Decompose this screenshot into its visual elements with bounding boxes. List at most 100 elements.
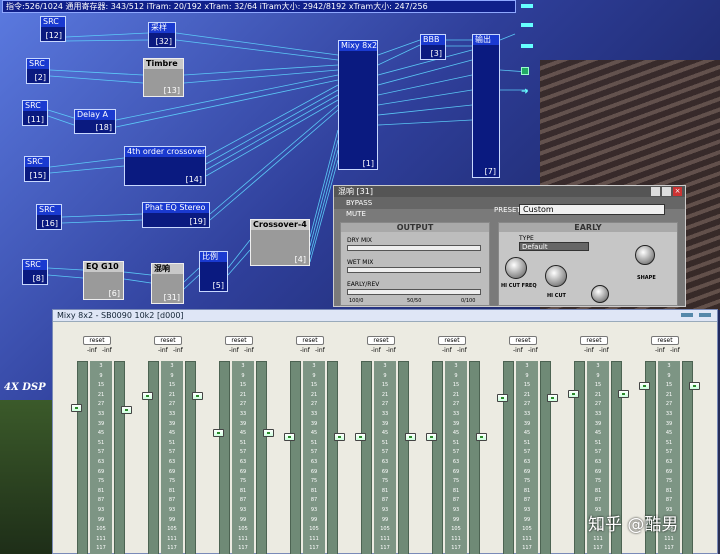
fader-right[interactable] [192, 392, 203, 401]
fader-left[interactable] [71, 403, 82, 412]
output-label: OUTPUT [341, 223, 489, 232]
node-title: BBB [421, 35, 445, 45]
db-tick: 33 [594, 411, 602, 417]
db-tick: 33 [168, 411, 176, 417]
menu-icon[interactable] [699, 313, 711, 317]
fader-right[interactable] [618, 390, 629, 399]
node-index: [13] [163, 86, 180, 95]
eq-g10-node[interactable]: EQ G10 [6] [83, 261, 124, 300]
db-tick: 15 [381, 382, 389, 389]
reset-button[interactable]: reset [438, 336, 466, 345]
reset-button[interactable]: reset [367, 336, 395, 345]
dry-mix-slider[interactable] [347, 245, 481, 251]
node-index: [15] [29, 171, 46, 180]
db-tick: 15 [310, 382, 318, 389]
fader-left[interactable] [568, 390, 579, 399]
reset-button[interactable]: reset [225, 336, 253, 345]
db-tick: 15 [594, 382, 602, 389]
reset-button[interactable]: reset [154, 336, 182, 345]
reset-button[interactable]: reset [580, 336, 608, 345]
fader-track-left [77, 361, 88, 554]
shape-knob[interactable] [635, 245, 655, 265]
hi-cut-freq-knob[interactable] [505, 257, 527, 279]
db-tick: 33 [239, 411, 247, 417]
mixer-strip: reset -inf -inf 3 9 15 21 27 33 39 45 51 57 63 69 75 81 8… [420, 324, 490, 554]
db-tick: 111 [522, 535, 532, 542]
reset-button[interactable]: reset [296, 336, 324, 345]
src-node-12[interactable]: SRC [12] [40, 16, 66, 42]
fader-left[interactable] [213, 428, 224, 437]
db-tick: 21 [665, 391, 673, 398]
timbre-node[interactable]: Timbre [13] [143, 58, 184, 97]
fader-left[interactable] [426, 432, 437, 441]
early-panel: EARLY TYPE Default HI CUT FREQ HI CUT SH… [498, 222, 678, 306]
menu-icon[interactable] [521, 44, 533, 48]
src-node-16[interactable]: SRC [16] [36, 204, 62, 230]
reset-button[interactable]: reset [509, 336, 537, 345]
fader-right[interactable] [334, 432, 345, 441]
inf-label-right: -inf [457, 347, 467, 354]
node-index: [32] [155, 37, 172, 46]
fader-right[interactable] [547, 393, 558, 402]
extra-knob[interactable] [591, 285, 609, 303]
db-tick: 99 [239, 516, 247, 523]
db-scale: 3 9 15 21 27 33 39 45 51 57 63 69 75 81 87 93 99 105 111 11… [374, 361, 396, 554]
delay-node[interactable]: Delay A [18] [74, 109, 116, 134]
wet-mix-slider[interactable] [347, 267, 481, 273]
fader-left[interactable] [497, 393, 508, 402]
minimize-icon[interactable] [651, 187, 660, 196]
hi-cut-knob[interactable] [545, 265, 567, 287]
node-title: 4th order crossover [125, 147, 205, 157]
phat-eq-node[interactable]: Phat EQ Stereo [19] [142, 202, 210, 228]
crossover-4th-node[interactable]: 4th order crossover [14] [124, 146, 206, 186]
db-tick: 21 [523, 391, 531, 398]
src-node-2[interactable]: SRC [2] [26, 58, 50, 84]
reset-button[interactable]: reset [651, 336, 679, 345]
ratio-node[interactable]: 比例 [5] [199, 251, 228, 292]
db-tick: 51 [381, 439, 389, 446]
mixy-node[interactable]: Mixy 8x2 [1] [338, 40, 378, 170]
node-title: SRC [23, 260, 47, 270]
maximize-icon[interactable] [662, 187, 671, 196]
db-tick: 69 [97, 468, 105, 475]
fader-track-right [185, 361, 196, 554]
speaker-icon[interactable] [521, 67, 529, 75]
menu-icon[interactable] [521, 4, 533, 8]
db-tick: 87 [168, 497, 176, 504]
reverb-node[interactable]: 混响 [31] [151, 263, 184, 304]
src-node-8[interactable]: SRC [8] [22, 259, 48, 285]
db-tick: 27 [97, 401, 105, 408]
bbb-node[interactable]: BBB [3] [420, 34, 446, 60]
bypass-label[interactable]: BYPASS [346, 199, 372, 207]
fader-left[interactable] [639, 382, 650, 391]
sampler-node[interactable]: 采样 [32] [148, 22, 176, 48]
early-rev-slider[interactable] [347, 289, 481, 295]
reset-button[interactable]: reset [83, 336, 111, 345]
menu-icon[interactable] [521, 23, 533, 27]
fader-right[interactable] [263, 428, 274, 437]
mute-label[interactable]: MUTE [346, 210, 366, 218]
node-index: [14] [185, 175, 202, 184]
src-node-15[interactable]: SRC [15] [24, 156, 50, 182]
db-tick: 51 [665, 439, 673, 446]
preset-select[interactable]: Custom [519, 204, 665, 215]
db-tick: 117 [451, 545, 461, 552]
db-tick: 105 [522, 526, 532, 533]
crossover-4-node[interactable]: Crossover-4 [4] [250, 219, 310, 266]
db-tick: 57 [381, 449, 389, 456]
fader-right[interactable] [121, 405, 132, 414]
arrow-icon[interactable]: ➜ [521, 88, 533, 97]
src-node-11[interactable]: SRC [11] [22, 100, 48, 126]
menu-icon[interactable] [681, 313, 693, 317]
fader-left[interactable] [355, 432, 366, 441]
fader-right[interactable] [405, 432, 416, 441]
fader-right[interactable] [476, 432, 487, 441]
fader-right[interactable] [689, 382, 700, 391]
close-icon[interactable]: × [673, 187, 682, 196]
fader-left[interactable] [142, 392, 153, 401]
mixer-title: Mixy 8x2 - SB0090 10k2 [d000] [57, 311, 184, 320]
fader-left[interactable] [284, 432, 295, 441]
fader-track-left [148, 361, 159, 554]
type-select[interactable]: Default [519, 242, 589, 251]
output-node[interactable]: 输出 [7] [472, 34, 500, 178]
